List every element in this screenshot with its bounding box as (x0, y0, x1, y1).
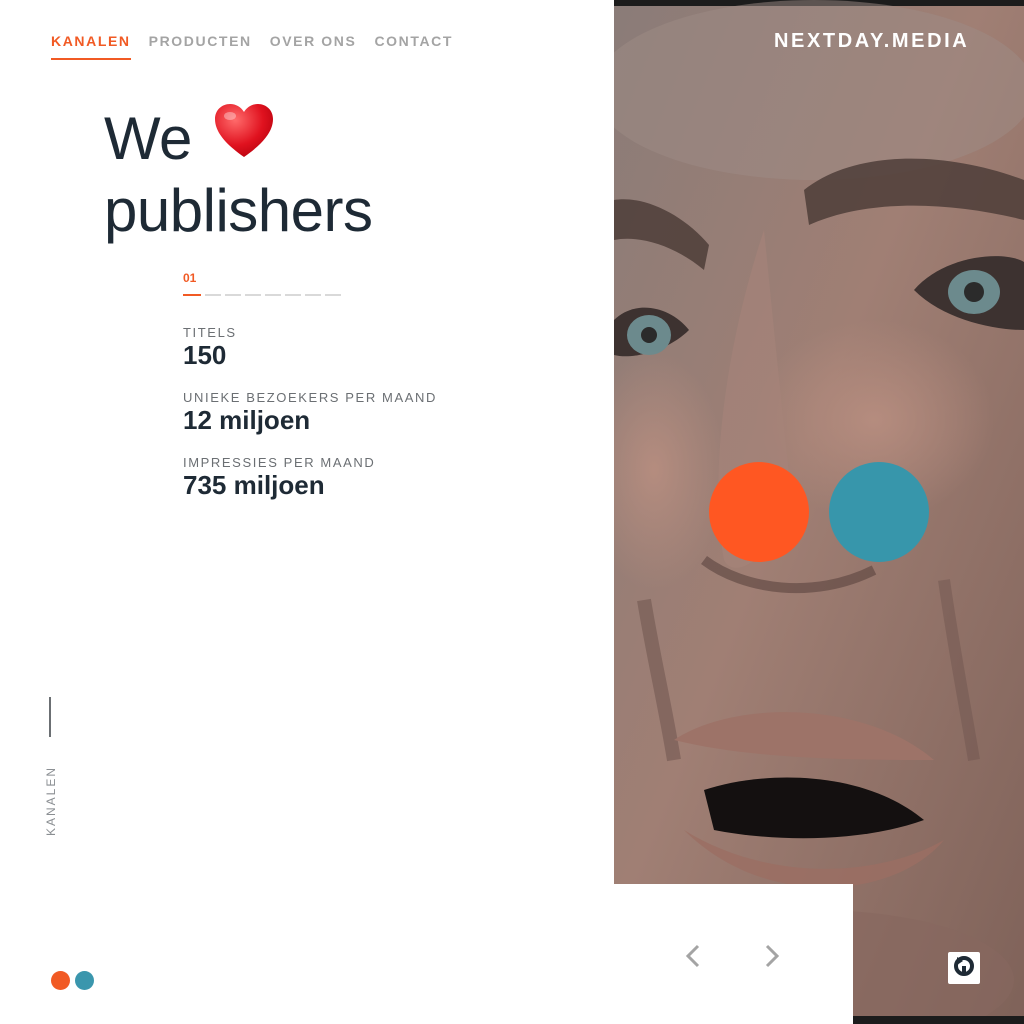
page-headline: We publishers (104, 103, 373, 244)
slide-indicator[interactable] (285, 294, 301, 296)
logo-dot-orange (51, 971, 70, 990)
stats-list: TITELS 150 UNIEKE BEZOEKERS PER MAAND 12… (183, 325, 437, 520)
side-divider (49, 697, 51, 737)
slide-indicator[interactable] (325, 294, 341, 296)
nav-item-kanalen[interactable]: KANALEN (51, 33, 131, 60)
slide-indicator[interactable] (245, 294, 261, 296)
stat-label: TITELS (183, 325, 237, 340)
next-button[interactable] (758, 942, 786, 970)
logo-dot-teal (75, 971, 94, 990)
slide-counter: 01 (183, 271, 341, 296)
chevron-left-icon (685, 944, 701, 968)
refresh-icon (953, 955, 975, 982)
nav-item-over-ons[interactable]: OVER ONS (270, 33, 357, 60)
headline-line1: We (104, 105, 192, 172)
stat-label: IMPRESSIES PER MAAND (183, 455, 376, 470)
stat-value: 12 miljoen (183, 405, 311, 435)
stat-bezoekers: UNIEKE BEZOEKERS PER MAAND 12 miljoen (183, 390, 437, 435)
heart-icon (214, 103, 274, 172)
slide-indicator[interactable] (265, 294, 281, 296)
slider-nav-panel (614, 884, 853, 1024)
main-nav: KANALEN PRODUCTEN OVER ONS CONTACT (51, 33, 453, 60)
stat-impressies: IMPRESSIES PER MAAND 735 miljoen (183, 455, 437, 500)
recaptcha-badge[interactable] (948, 952, 980, 984)
side-section-label: KANALEN (44, 765, 58, 836)
face-image (614, 0, 1024, 1024)
slide-indicators (183, 294, 341, 296)
headline-line2: publishers (104, 176, 373, 244)
nav-item-producten[interactable]: PRODUCTEN (149, 33, 252, 60)
stat-value: 150 (183, 340, 227, 370)
teal-circle (829, 462, 929, 562)
slide-indicator[interactable] (183, 294, 201, 296)
brand-logo[interactable]: NEXTDAY.MEDIA (774, 30, 969, 53)
logo-mark[interactable] (51, 971, 94, 990)
stat-value: 735 miljoen (183, 470, 325, 500)
hero-photo (614, 0, 1024, 1024)
prev-button[interactable] (679, 942, 707, 970)
slide-number: 01 (183, 271, 197, 285)
slide-indicator[interactable] (225, 294, 241, 296)
slide-indicator[interactable] (305, 294, 321, 296)
stat-label: UNIEKE BEZOEKERS PER MAAND (183, 390, 437, 405)
nav-item-contact[interactable]: CONTACT (374, 33, 453, 60)
orange-circle (709, 462, 809, 562)
chevron-right-icon (764, 944, 780, 968)
slide-indicator[interactable] (205, 294, 221, 296)
stat-titels: TITELS 150 (183, 325, 437, 370)
